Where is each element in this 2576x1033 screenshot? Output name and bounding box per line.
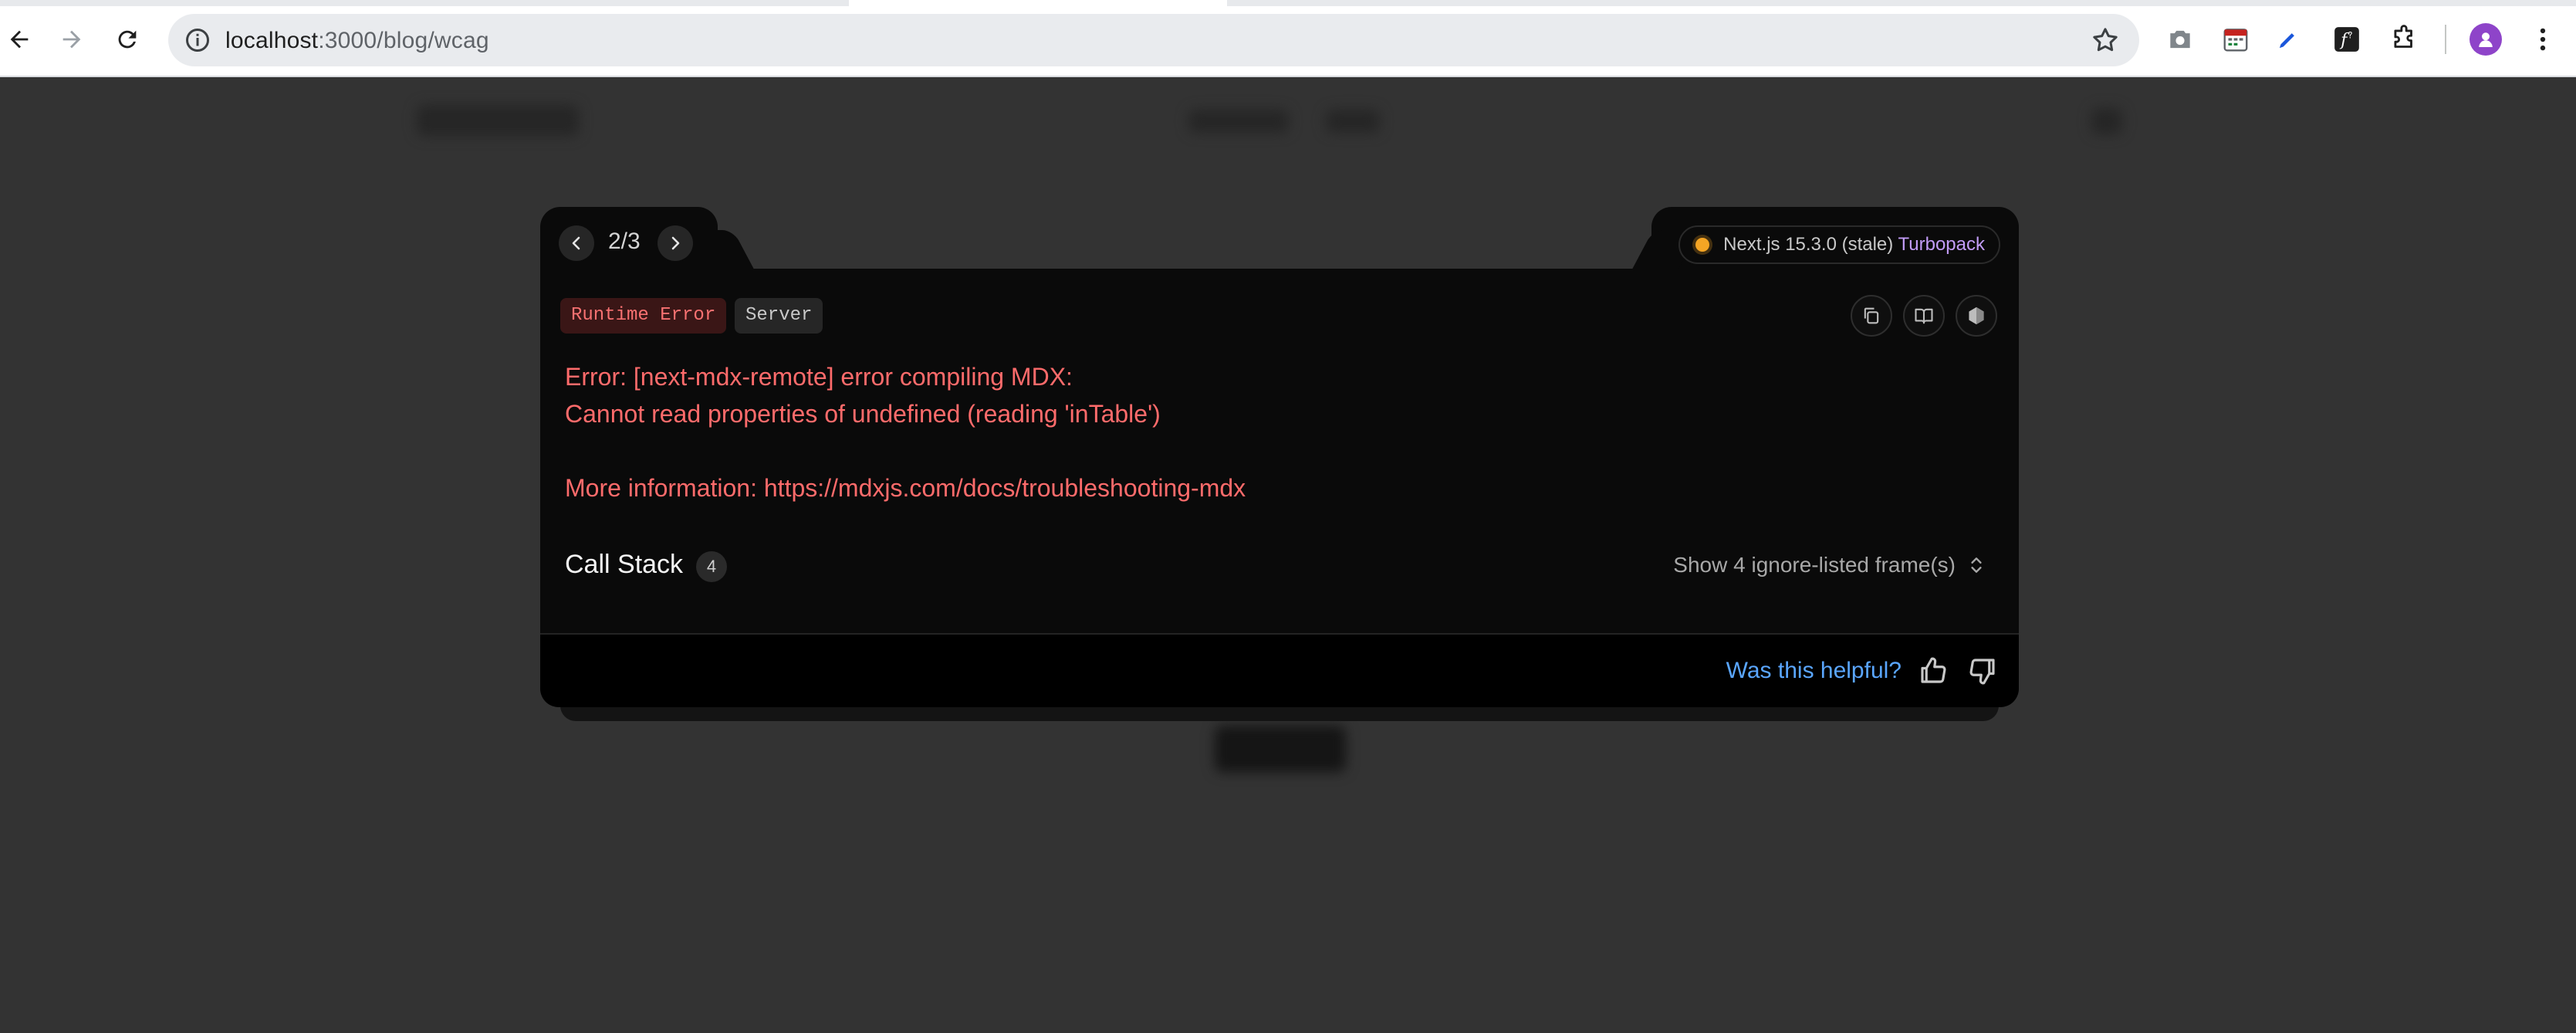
site-info-icon[interactable] bbox=[184, 26, 211, 54]
extensions-menu-button[interactable] bbox=[2386, 22, 2422, 57]
thumbs-up-icon[interactable] bbox=[1917, 655, 1949, 687]
toolbar-divider bbox=[2445, 25, 2446, 54]
call-stack-title: Call Stack bbox=[565, 550, 684, 579]
calendar-extension-button[interactable] bbox=[2218, 22, 2253, 57]
nextjs-version-badge[interactable]: Next.js 15.3.0 (stale) Turbopack bbox=[1678, 225, 2000, 264]
error-pager-count: 2/3 bbox=[608, 229, 641, 254]
error-source-badge: Server bbox=[735, 298, 823, 334]
blurred-logo bbox=[417, 105, 579, 136]
error-message-line: Cannot read properties of undefined (rea… bbox=[565, 400, 1161, 428]
back-button[interactable] bbox=[0, 20, 39, 59]
svg-text:?: ? bbox=[2348, 30, 2353, 40]
reload-icon bbox=[118, 30, 137, 49]
blurred-theme-toggle bbox=[2091, 108, 2122, 134]
reload-button[interactable] bbox=[108, 20, 147, 59]
browser-menu-button[interactable] bbox=[2525, 22, 2561, 57]
error-message-spacer bbox=[565, 432, 1954, 469]
more-vertical-icon bbox=[2540, 28, 2546, 51]
pen-icon bbox=[2279, 33, 2294, 49]
active-tab[interactable] bbox=[849, 0, 1227, 6]
feedback-question: Was this helpful? bbox=[1726, 658, 1902, 683]
chevron-up-down-icon bbox=[1971, 557, 1982, 573]
error-overlay-dialog: 2/3 Next.js 15.3.0 (stale) Turbopack Run… bbox=[540, 207, 2019, 721]
book-open-icon bbox=[1915, 308, 1933, 324]
chevron-right-icon bbox=[671, 236, 680, 250]
profile-person-icon bbox=[2479, 32, 2493, 47]
open-in-editor-button[interactable] bbox=[1956, 295, 1997, 337]
arrow-right-icon bbox=[63, 30, 81, 49]
forward-button[interactable] bbox=[52, 20, 91, 59]
show-ignored-frames-label: Show 4 ignore-listed frame(s) bbox=[1673, 553, 1956, 577]
previous-error-button[interactable] bbox=[559, 225, 594, 261]
copy-error-button[interactable] bbox=[1851, 295, 1892, 337]
url-text[interactable]: localhost:3000/blog/wcag bbox=[225, 28, 489, 54]
screenshot-extension-button[interactable] bbox=[2162, 22, 2198, 57]
next-error-button[interactable] bbox=[658, 225, 693, 261]
stale-status-dot bbox=[1695, 238, 1710, 252]
copy-icon bbox=[1864, 307, 1879, 324]
camera-icon bbox=[2170, 30, 2190, 49]
error-type-badge: Runtime Error bbox=[560, 298, 727, 334]
thumbs-down-icon[interactable] bbox=[1966, 655, 1999, 687]
nextjs-version-label: Next.js 15.3.0 (stale) bbox=[1723, 234, 1894, 255]
blurred-nav-link bbox=[1326, 110, 1380, 133]
calendar-icon bbox=[2223, 29, 2248, 52]
bookmark-star-icon[interactable] bbox=[2090, 25, 2121, 56]
arrow-left-icon bbox=[10, 30, 29, 49]
tab-strip bbox=[0, 0, 2576, 6]
bundler-label: Turbopack bbox=[1898, 234, 1986, 255]
error-more-info[interactable]: More information: https://mdxjs.com/docs… bbox=[565, 469, 1954, 506]
open-docs-button[interactable] bbox=[1903, 295, 1945, 337]
pen-extension-button[interactable] bbox=[2270, 22, 2306, 57]
blurred-button bbox=[1215, 726, 1346, 772]
call-stack-count-badge: 4 bbox=[696, 551, 727, 582]
address-bar[interactable]: localhost:3000/blog/wcag bbox=[168, 14, 2139, 66]
chevron-left-icon bbox=[572, 236, 580, 250]
puzzle-piece-icon bbox=[2394, 25, 2412, 48]
profile-avatar[interactable] bbox=[2470, 23, 2502, 56]
font-f-icon: f? bbox=[2334, 27, 2359, 52]
font-extension-button[interactable]: f? bbox=[2329, 22, 2365, 57]
show-ignored-frames-button[interactable]: Show 4 ignore-listed frame(s) bbox=[1673, 553, 1986, 577]
nodejs-hexagon-icon bbox=[1969, 307, 1984, 325]
error-message: Error: [next-mdx-remote] error compiling… bbox=[565, 358, 1954, 506]
blurred-nav-link bbox=[1188, 110, 1289, 133]
error-message-line: Error: [next-mdx-remote] error compiling… bbox=[565, 363, 1073, 391]
browser-toolbar: localhost:3000/blog/wcag f? bbox=[0, 0, 2576, 77]
